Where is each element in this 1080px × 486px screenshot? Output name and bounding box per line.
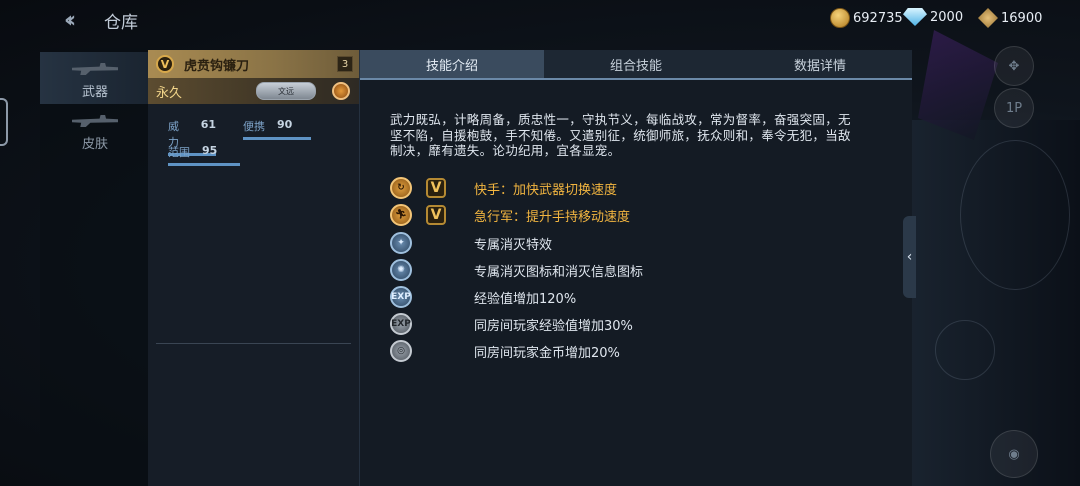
skill-row: EXP 经验值增加120% bbox=[390, 285, 576, 309]
page-title: 仓库 bbox=[104, 13, 138, 33]
chevron-left-icon: ‹‹ bbox=[64, 8, 76, 33]
gold-coin-balance[interactable]: 692735 bbox=[830, 8, 903, 28]
weapon-stats: 威力 61 便携 90 范围 95 bbox=[148, 104, 359, 174]
eye-button: ◉ bbox=[990, 430, 1038, 478]
skill-text: 同房间玩家经验值增加30% bbox=[474, 318, 633, 334]
gold-coin-value: 692735 bbox=[853, 10, 903, 26]
stat-value: 90 bbox=[277, 118, 293, 131]
kill-effect-icon: ✦ bbox=[390, 232, 412, 254]
exp-boost-icon: EXP bbox=[390, 286, 412, 308]
stat-range: 范围 95 bbox=[168, 144, 240, 166]
diamond-value: 2000 bbox=[930, 9, 964, 25]
collapse-panel-button[interactable]: ‹ bbox=[903, 216, 916, 298]
background-target-ring bbox=[935, 320, 995, 380]
back-button[interactable]: ‹‹ bbox=[64, 8, 92, 33]
skill-row: ✦ 专属消灭特效 bbox=[390, 231, 552, 255]
skill-intro-content: 武力既弘，计略周备，质忠性一，守执节义，每临战攻，常为督率，奋强突固，无坚不陷，… bbox=[360, 80, 912, 486]
rifle-icon bbox=[72, 63, 118, 75]
running-man-icon: 🏃︎ bbox=[390, 204, 412, 226]
character-tag: 文远 bbox=[256, 82, 316, 100]
vip-badge-icon: V bbox=[426, 205, 446, 225]
stat-value: 95 bbox=[202, 144, 218, 157]
skill-text: 同房间玩家金币增加20% bbox=[474, 345, 620, 361]
skill-text: 急行军：提升手持移动速度 bbox=[474, 209, 631, 225]
ticket-balance[interactable]: 16900 bbox=[978, 8, 1042, 28]
vip-badge-icon: V bbox=[426, 178, 446, 198]
weapon-header: V 虎贲钩镰刀 3 bbox=[148, 50, 359, 78]
category-label: 皮肤 bbox=[81, 137, 108, 152]
gold-coin-icon bbox=[830, 8, 850, 28]
rifle-icon bbox=[72, 115, 118, 127]
skill-row: ↻ V 快手：加快武器切换速度 bbox=[390, 176, 617, 200]
vip-badge-icon: V bbox=[156, 55, 174, 73]
weapon-name: 虎贲钩镰刀 bbox=[184, 58, 250, 74]
stat-portability: 便携 90 bbox=[243, 118, 311, 140]
skill-text: 专属消灭特效 bbox=[474, 237, 553, 253]
kill-badge-icon: ✺ bbox=[390, 259, 412, 281]
background-target-ring bbox=[960, 140, 1070, 290]
tab-skill-intro[interactable]: 技能介绍 bbox=[360, 50, 544, 78]
crosshair-button: ✥ bbox=[994, 46, 1034, 86]
divider bbox=[156, 343, 351, 344]
side-drawer-handle[interactable] bbox=[0, 98, 8, 146]
diamond-icon bbox=[903, 8, 927, 26]
weapon-level: 3 bbox=[337, 56, 353, 72]
skill-text: 快手：加快武器切换速度 bbox=[474, 182, 618, 198]
stat-label: 范围 bbox=[168, 146, 190, 159]
tab-combo-skills[interactable]: 组合技能 bbox=[544, 50, 728, 78]
weapon-subheader: 永久 文远 bbox=[148, 78, 359, 104]
diamond-balance[interactable]: 2000 bbox=[903, 8, 963, 26]
skill-text: 专属消灭图标和消灭信息图标 bbox=[474, 264, 644, 280]
weapon-info-panel: V 虎贲钩镰刀 3 永久 文远 威力 61 便携 90 范围 95 bbox=[148, 50, 360, 486]
skill-row: ◎ 同房间玩家金币增加20% bbox=[390, 339, 620, 363]
skill-row: 🏃︎ V 急行军：提升手持移动速度 bbox=[390, 203, 630, 227]
medal-icon bbox=[332, 82, 350, 100]
player-button: 1P bbox=[994, 88, 1034, 128]
category-sidebar: 武器 皮肤 bbox=[40, 48, 150, 486]
ticket-icon bbox=[978, 8, 998, 28]
category-weapons[interactable]: 武器 bbox=[40, 52, 150, 104]
skill-text: 经验值增加120% bbox=[474, 291, 577, 307]
category-skins[interactable]: 皮肤 bbox=[40, 104, 150, 156]
quick-hand-icon: ↻ bbox=[390, 177, 412, 199]
room-coin-icon: ◎ bbox=[390, 340, 412, 362]
ticket-value: 16900 bbox=[1001, 10, 1043, 26]
category-label: 武器 bbox=[81, 85, 108, 100]
stat-label: 便携 bbox=[243, 120, 265, 133]
room-exp-icon: EXP bbox=[390, 313, 412, 335]
tab-data-details[interactable]: 数据详情 bbox=[728, 50, 912, 78]
weapon-description: 武力既弘，计略周备，质忠性一，守执节义，每临战攻，常为督率，奋强突固，无坚不陷，… bbox=[390, 112, 851, 158]
skill-row: EXP 同房间玩家经验值增加30% bbox=[390, 312, 633, 336]
chevron-left-icon: ‹ bbox=[906, 249, 913, 265]
skill-row: ✺ 专属消灭图标和消灭信息图标 bbox=[390, 258, 643, 282]
detail-tabs: 技能介绍 组合技能 数据详情 bbox=[360, 50, 912, 78]
